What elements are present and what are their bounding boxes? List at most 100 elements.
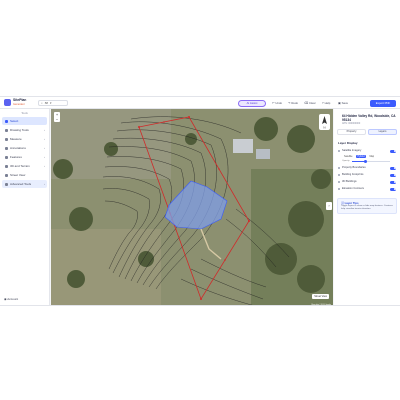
save-button[interactable]: ▣ Save [338,100,348,106]
cube-icon [338,181,340,184]
street-view-button[interactable]: Street View [312,294,329,299]
save-icon: ▣ [338,101,341,105]
layer-display-heading: Layer Display [338,141,358,146]
account-button[interactable]: ◉ Account [4,297,18,301]
chevron-right-icon: › [44,155,45,159]
chevron-right-icon: › [44,128,45,132]
search-icon: ⌕ [41,101,43,105]
opacity-slider[interactable]: Opacity [342,159,396,164]
sidebar-item-features[interactable]: Features › [2,153,47,161]
neighbor-building [233,139,253,153]
sidebar-item-drawing-tools[interactable]: Drawing Tools › [2,126,47,134]
logo-icon [4,99,11,107]
logo-title: SitePlan [13,98,27,102]
pencil-icon [4,128,8,132]
imagery-option[interactable]: Map [367,155,376,158]
chevron-right-icon: › [328,203,330,208]
layer-label: Property Boundaries [342,166,366,170]
cube-icon [4,164,8,168]
satellite-map [51,109,333,305]
logo-subtitle: Generator [13,102,25,106]
boundaries-toggle[interactable] [390,166,396,170]
opacity-label: Opacity [342,160,350,163]
layer-elevation-contours: Elevation Contours [338,186,396,192]
property-address: 64 Hidden Valley Rd, Woodside, CA 95134 [342,114,396,122]
layer-label: Elevation Contours [342,187,364,191]
ai-assist-button[interactable]: AI Assist [238,99,266,107]
property-panel: 64 Hidden Valley Rd, Woodside, CA 95134 … [334,109,400,305]
redo-icon: ↷ [288,101,291,105]
undo-button[interactable]: ↶ Undo [272,100,282,106]
tab-property[interactable]: Property [337,129,366,136]
imagery-option[interactable]: Satellite [342,155,355,158]
layer-label: Building Footprints [342,173,364,177]
slider-handle[interactable] [363,160,367,164]
panel-tabs: Property Layers [337,129,397,136]
logo[interactable]: SitePlan Generator [4,98,27,107]
layer-building-footprints: Building Footprints [338,172,396,178]
cursor-icon [4,119,8,123]
footprints-toggle[interactable] [390,173,396,177]
3d-buildings-toggle[interactable] [390,180,396,184]
satellite-icon [338,150,340,153]
top-toolbar: SitePlan Generator ⌕ 88 ▾ AI Assist ↶ Und… [0,97,400,109]
text-icon [4,146,8,150]
property-apn: APN: 000000000 [342,122,361,126]
slider-track [352,160,390,164]
clear-label: Clear [308,101,316,105]
imagery-option[interactable]: Hybrid [355,155,367,159]
map-attribution: Map data ©2024 Google [311,304,331,306]
zoom-out-button[interactable]: − [54,117,60,122]
help-label: Help [324,101,331,105]
sidebar-item-street-view[interactable]: Street View [2,171,47,179]
sidebar-item-select[interactable]: Select [2,117,47,125]
tree-icon [4,155,8,159]
imagery-type-selector: Satellite Hybrid Map [342,155,396,159]
zoom-select[interactable]: ⌕ 88 ▾ [38,100,68,106]
layer-label: 3D Buildings [342,180,357,184]
sidebar-item-label: Advanced Tools [10,182,32,186]
export-pdf-button[interactable]: Export PDF [370,99,396,107]
redo-button[interactable]: ↷ Redo [288,100,298,106]
layer-tips: ⓘ Layer Tips Toggle layers to show or hi… [337,198,397,214]
sidebar-item-measure[interactable]: Measure › [2,135,47,143]
compass-control[interactable]: N [319,114,330,130]
layer-label: Satellite Imagery [342,149,362,153]
sidebar-item-label: Street View [10,173,26,177]
layer-property-boundaries: Property Boundaries [338,165,396,171]
undo-icon: ↶ [272,101,275,105]
help-button[interactable]: ? Help [322,100,330,106]
sidebar-item-label: Select [10,119,19,123]
sparkle-icon [4,182,8,186]
sidebar-item-label: Features [10,155,22,159]
collapse-panel-button[interactable]: › [326,202,332,210]
zoom-control: + − [54,112,60,122]
building-icon [338,174,340,177]
chevron-right-icon: › [44,182,45,186]
sidebar-header: Tools [21,111,28,115]
clear-button[interactable]: ⌫ Clear [304,100,316,106]
chevron-right-icon: › [44,146,45,150]
sidebar-item-advanced-tools[interactable]: Advanced Tools › [2,180,47,188]
save-label: Save [341,101,349,105]
svg-text:N: N [323,126,325,130]
person-icon [4,173,8,177]
sidebar-item-annotations[interactable]: Annotations › [2,144,47,152]
undo-label: Undo [275,101,283,105]
neighbor-building [256,149,270,159]
tips-text: Toggle layers to show or hide map featur… [341,205,393,210]
contours-toggle[interactable] [390,187,396,191]
satellite-toggle[interactable] [390,149,396,153]
chevron-right-icon: › [44,164,45,168]
tab-layers[interactable]: Layers [368,129,397,136]
chevron-down-icon: ▾ [50,101,52,105]
sidebar-item-3d-terrain[interactable]: 3D and Terrain › [2,162,47,170]
help-icon: ? [322,101,324,105]
map-canvas[interactable]: + − N Street View Map data ©2024 Google [51,109,333,306]
terrain-patch [51,229,161,305]
tools-sidebar: Tools Select Drawing Tools › Measure › Ann… [0,109,50,305]
sidebar-item-label: Measure [10,137,22,141]
redo-label: Redo [291,101,299,105]
sidebar-item-label: Annotations [10,146,26,150]
sidebar-item-label: Drawing Tools [10,128,29,132]
